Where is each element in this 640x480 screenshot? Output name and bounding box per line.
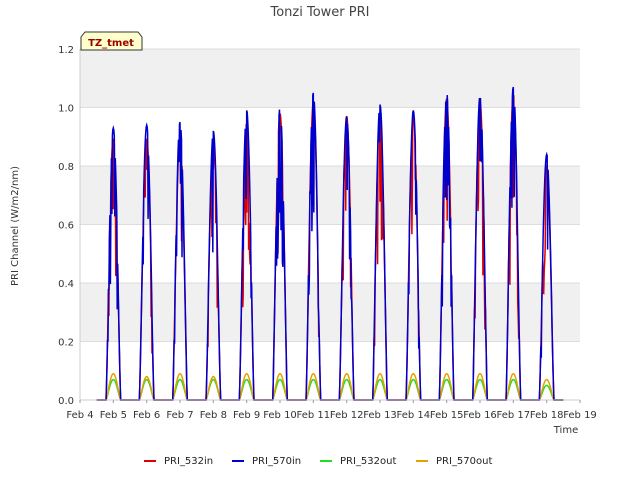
y-tick-label: 0.2 <box>58 338 74 349</box>
y-tick-label: 1.2 <box>58 45 74 56</box>
y-tick-label: 0.6 <box>58 221 74 232</box>
legend-item: PRI_532in <box>144 456 213 467</box>
legend-item: PRI_570in <box>232 456 301 467</box>
legend: PRI_532in PRI_570in PRI_532out PRI_570out <box>144 456 492 467</box>
chart-title: Tonzi Tower PRI <box>270 5 370 20</box>
legend-label: PRI_570in <box>252 456 301 467</box>
x-tick-label: Feb 17 <box>497 410 531 421</box>
x-tick-label: Feb 12 <box>330 410 364 421</box>
x-tick-label: Feb 9 <box>233 410 260 421</box>
legend-item: PRI_570out <box>416 456 492 467</box>
y-tick-label: 0.4 <box>58 279 74 290</box>
y-tick-label: 0.0 <box>58 396 74 407</box>
y-tick-label: 1.0 <box>58 104 74 115</box>
x-tick-label: Feb 5 <box>100 410 127 421</box>
x-tick-label: Feb 15 <box>430 410 464 421</box>
y-tick-label: 0.8 <box>58 162 74 173</box>
x-tick-label: Feb 7 <box>166 410 193 421</box>
x-tick-label: Feb 19 <box>563 410 597 421</box>
x-tick-label: Feb 18 <box>530 410 564 421</box>
x-axis-title: Time <box>553 425 578 436</box>
x-tick-label: Feb 11 <box>297 410 331 421</box>
x-tick-label: Feb 6 <box>133 410 160 421</box>
x-tick-label: Feb 14 <box>397 410 431 421</box>
legend-label: PRI_532out <box>340 456 396 467</box>
legend-label: PRI_570out <box>436 456 492 467</box>
plot-band <box>80 166 580 225</box>
plot-band <box>80 283 580 342</box>
y-axis-title: PRI Channel (W/m2/nm) <box>10 166 21 286</box>
tag-box: TZ_tmet <box>80 31 143 51</box>
legend-label: PRI_532in <box>164 456 213 467</box>
legend-item: PRI_532out <box>320 456 396 467</box>
x-tick-labels: Feb 4 Feb 5 Feb 6 Feb 7 Feb 8 Feb 9 Feb 10 Feb … <box>66 400 597 421</box>
y-tick-labels: 0.0 0.2 0.4 0.6 0.8 1.0 1.2 <box>58 45 74 407</box>
plot-band <box>80 49 580 108</box>
x-tick-label: Feb 13 <box>363 410 397 421</box>
pri-chart: Tonzi Tower PRI 0.0 0.2 0.4 0.6 0.8 1.0 1.2 Fe… <box>10 5 597 467</box>
x-tick-label: Feb 10 <box>263 410 297 421</box>
tag-label: TZ_tmet <box>88 38 134 49</box>
x-tick-label: Feb 16 <box>463 410 497 421</box>
x-tick-label: Feb 4 <box>66 410 93 421</box>
x-tick-label: Feb 8 <box>200 410 227 421</box>
